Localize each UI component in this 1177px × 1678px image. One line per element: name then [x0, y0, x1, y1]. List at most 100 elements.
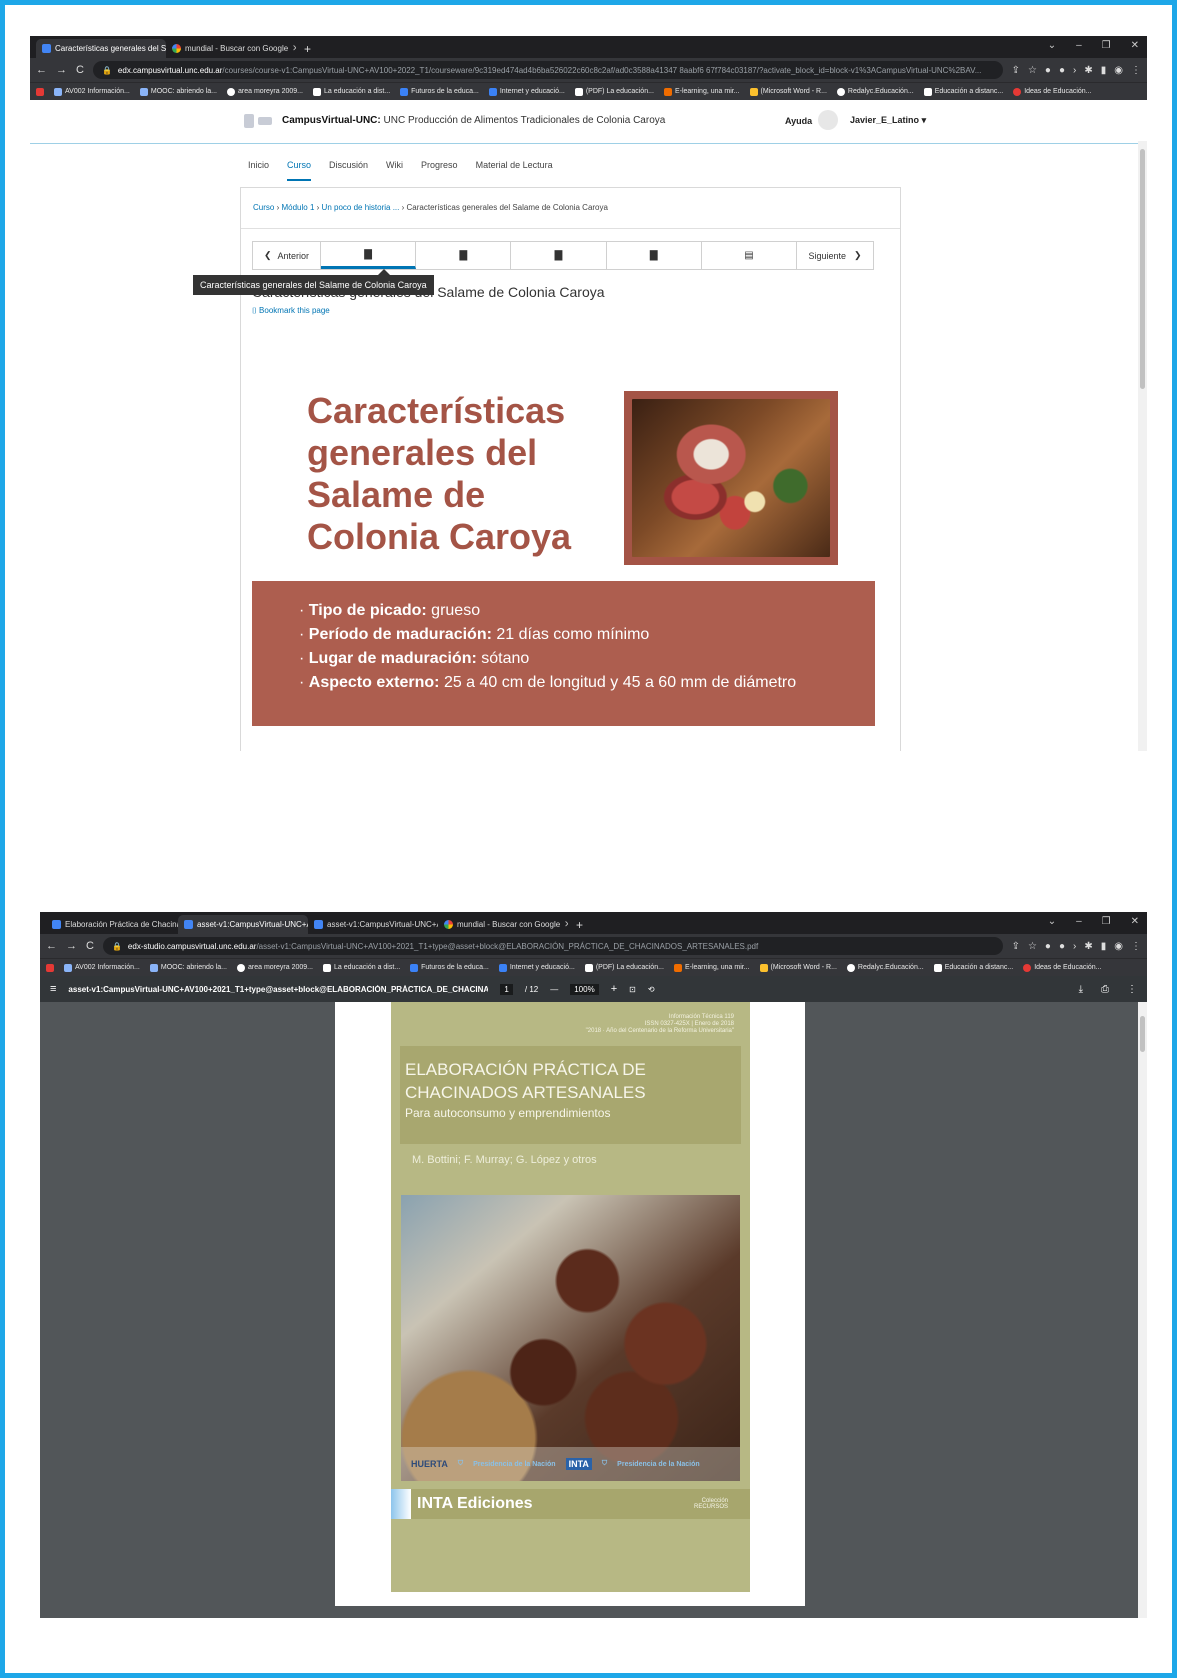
tab-google-search[interactable]: mundial - Buscar con Google ✕ [438, 915, 568, 934]
unit-tab-4[interactable]: ▇ [607, 242, 702, 269]
print-icon[interactable]: ⎙ [1101, 984, 1109, 995]
bookmark-youtube[interactable] [36, 87, 44, 96]
unc-logo[interactable] [244, 114, 272, 128]
tab-asset[interactable]: asset-v1:CampusVirtual-UNC+A ✕ [308, 915, 438, 934]
new-tab-icon[interactable]: + [296, 42, 319, 58]
forward-icon[interactable]: → [66, 940, 77, 952]
bookmark-item[interactable]: La educación a dist... [322, 963, 400, 972]
tab-progreso[interactable]: Progreso [421, 160, 458, 181]
more-options-icon[interactable]: ⋮ [1127, 984, 1137, 995]
back-icon[interactable]: ← [36, 64, 47, 76]
star-icon[interactable]: ☆ [1028, 65, 1037, 76]
tab-material-lectura[interactable]: Material de Lectura [476, 160, 553, 181]
bookmark-item[interactable]: E-learning, una mir... [673, 963, 750, 972]
forward-icon[interactable]: → [56, 64, 67, 76]
bookmark-item[interactable]: (PDF) La educación... [584, 963, 664, 972]
minimize-icon[interactable]: – [1076, 40, 1082, 51]
tab-inicio[interactable]: Inicio [248, 160, 269, 181]
minimize-icon[interactable]: – [1076, 916, 1082, 927]
bookmark-item[interactable]: (Microsoft Word - R... [759, 963, 837, 972]
bookmark-item[interactable]: Ideas de Educación... [1023, 963, 1102, 972]
tab-asset-pdf[interactable]: asset-v1:CampusVirtual-UNC+A ✕ [178, 915, 308, 934]
star-icon[interactable]: ☆ [1028, 941, 1037, 952]
restore-icon[interactable]: ❐ [1102, 40, 1111, 51]
chevron-right-icon[interactable]: › [1073, 941, 1076, 952]
tab-course-unit[interactable]: Características generales del Sala ✕ [36, 39, 166, 58]
tab-wiki[interactable]: Wiki [386, 160, 403, 181]
bookmark-item[interactable]: Futuros de la educa... [400, 87, 479, 96]
hamburger-menu-icon[interactable]: ≡ [50, 983, 56, 995]
tab-search-icon[interactable]: ⌄ [1048, 916, 1056, 927]
unit-tab-2[interactable]: ▇ [416, 242, 512, 269]
next-button[interactable]: Siguiente ❯ [797, 242, 873, 269]
unit-tab-3[interactable]: ▇ [511, 242, 607, 269]
bookmark-youtube[interactable] [46, 963, 54, 972]
bookmark-item[interactable]: Ideas de Educación... [1013, 87, 1092, 96]
share-icon[interactable]: ⇪ [1012, 65, 1020, 76]
extension-icon[interactable]: ● [1045, 65, 1051, 76]
bookmark-item[interactable]: La educación a dist... [312, 87, 390, 96]
bookmark-item[interactable]: (PDF) La educación... [574, 87, 654, 96]
bookmark-item[interactable]: area moreyra 2009... [227, 87, 303, 96]
url-field[interactable]: 🔒 edx-studio.campusvirtual.unc.edu.ar /a… [102, 937, 1003, 955]
bookmark-item[interactable]: Redalyc.Educación... [836, 87, 914, 96]
unit-tab-1[interactable]: ▇ [321, 242, 417, 269]
bookmark-item[interactable]: (Microsoft Word - R... [749, 87, 827, 96]
unit-tab-5[interactable]: ▤ [702, 242, 798, 269]
bookmark-item[interactable]: Internet y educació... [498, 963, 575, 972]
download-icon[interactable]: ⤓ [1079, 984, 1083, 995]
close-window-icon[interactable]: ✕ [1131, 916, 1139, 927]
bookmark-item[interactable]: Futuros de la educa... [410, 963, 489, 972]
extension-icon[interactable]: ● [1045, 941, 1051, 952]
bookmark-item[interactable]: Educación a distanc... [923, 87, 1003, 96]
bookmark-item[interactable]: Redalyc.Educación... [846, 963, 924, 972]
avatar[interactable] [818, 110, 838, 130]
scrollbar[interactable] [1138, 1002, 1147, 1618]
bookmark-item[interactable]: AV002 Información... [64, 963, 140, 972]
new-tab-icon[interactable]: + [568, 918, 591, 934]
menu-icon[interactable]: ⋮ [1131, 941, 1141, 952]
page-number-input[interactable]: 1 [500, 983, 513, 995]
reload-icon[interactable]: C [76, 64, 84, 76]
sidepanel-icon[interactable]: ▮ [1101, 65, 1107, 76]
scrollbar[interactable] [1138, 141, 1147, 751]
zoom-out-icon[interactable]: — [550, 985, 558, 994]
extension-icon[interactable]: ● [1059, 941, 1065, 952]
tab-curso[interactable]: Curso [287, 160, 312, 181]
puzzle-icon[interactable]: ✱ [1084, 941, 1092, 952]
restore-icon[interactable]: ❐ [1102, 916, 1111, 927]
user-menu[interactable]: Javier_E_Latino ▾ [850, 115, 926, 126]
help-link[interactable]: Ayuda [785, 116, 812, 126]
zoom-in-icon[interactable]: + [611, 983, 617, 995]
puzzle-icon[interactable]: ✱ [1084, 65, 1092, 76]
rotate-icon[interactable]: ⟲ [648, 985, 655, 994]
bookmark-item[interactable]: E-learning, una mir... [663, 87, 740, 96]
breadcrumb-modulo[interactable]: Módulo 1 [281, 203, 314, 212]
bookmark-page-link[interactable]: ⌷ Bookmark this page [252, 306, 330, 316]
share-icon[interactable]: ⇪ [1012, 941, 1020, 952]
bookmark-item[interactable]: MOOC: abriendo la... [139, 87, 217, 96]
profile-icon[interactable]: ◉ [1114, 941, 1123, 952]
previous-button[interactable]: ❮ Anterior [253, 242, 321, 269]
url-field[interactable]: 🔒 edx.campusvirtual.unc.edu.ar /courses/… [92, 61, 1003, 79]
menu-icon[interactable]: ⋮ [1131, 65, 1141, 76]
tab-google-search[interactable]: mundial - Buscar con Google ✕ [166, 39, 296, 58]
extension-icon[interactable]: ● [1059, 65, 1065, 76]
back-icon[interactable]: ← [46, 940, 57, 952]
sidepanel-icon[interactable]: ▮ [1101, 941, 1107, 952]
breadcrumb-curso[interactable]: Curso [253, 203, 274, 212]
tab-elaboracion[interactable]: Elaboración Práctica de Chacinad ✕ [46, 915, 178, 934]
bookmark-item[interactable]: Educación a distanc... [933, 963, 1013, 972]
tab-search-icon[interactable]: ⌄ [1048, 40, 1056, 51]
bookmark-item[interactable]: MOOC: abriendo la... [149, 963, 227, 972]
breadcrumb-seccion[interactable]: Un poco de historia ... [322, 203, 400, 212]
fit-page-icon[interactable]: ⊡ [629, 985, 636, 994]
zoom-input[interactable]: 100% [570, 983, 599, 995]
tab-discusion[interactable]: Discusión [329, 160, 368, 181]
bookmark-item[interactable]: area moreyra 2009... [237, 963, 313, 972]
profile-icon[interactable]: ◉ [1114, 65, 1123, 76]
chevron-right-icon[interactable]: › [1073, 65, 1076, 76]
close-window-icon[interactable]: ✕ [1131, 40, 1139, 51]
bookmark-item[interactable]: Internet y educació... [488, 87, 565, 96]
reload-icon[interactable]: C [86, 940, 94, 952]
